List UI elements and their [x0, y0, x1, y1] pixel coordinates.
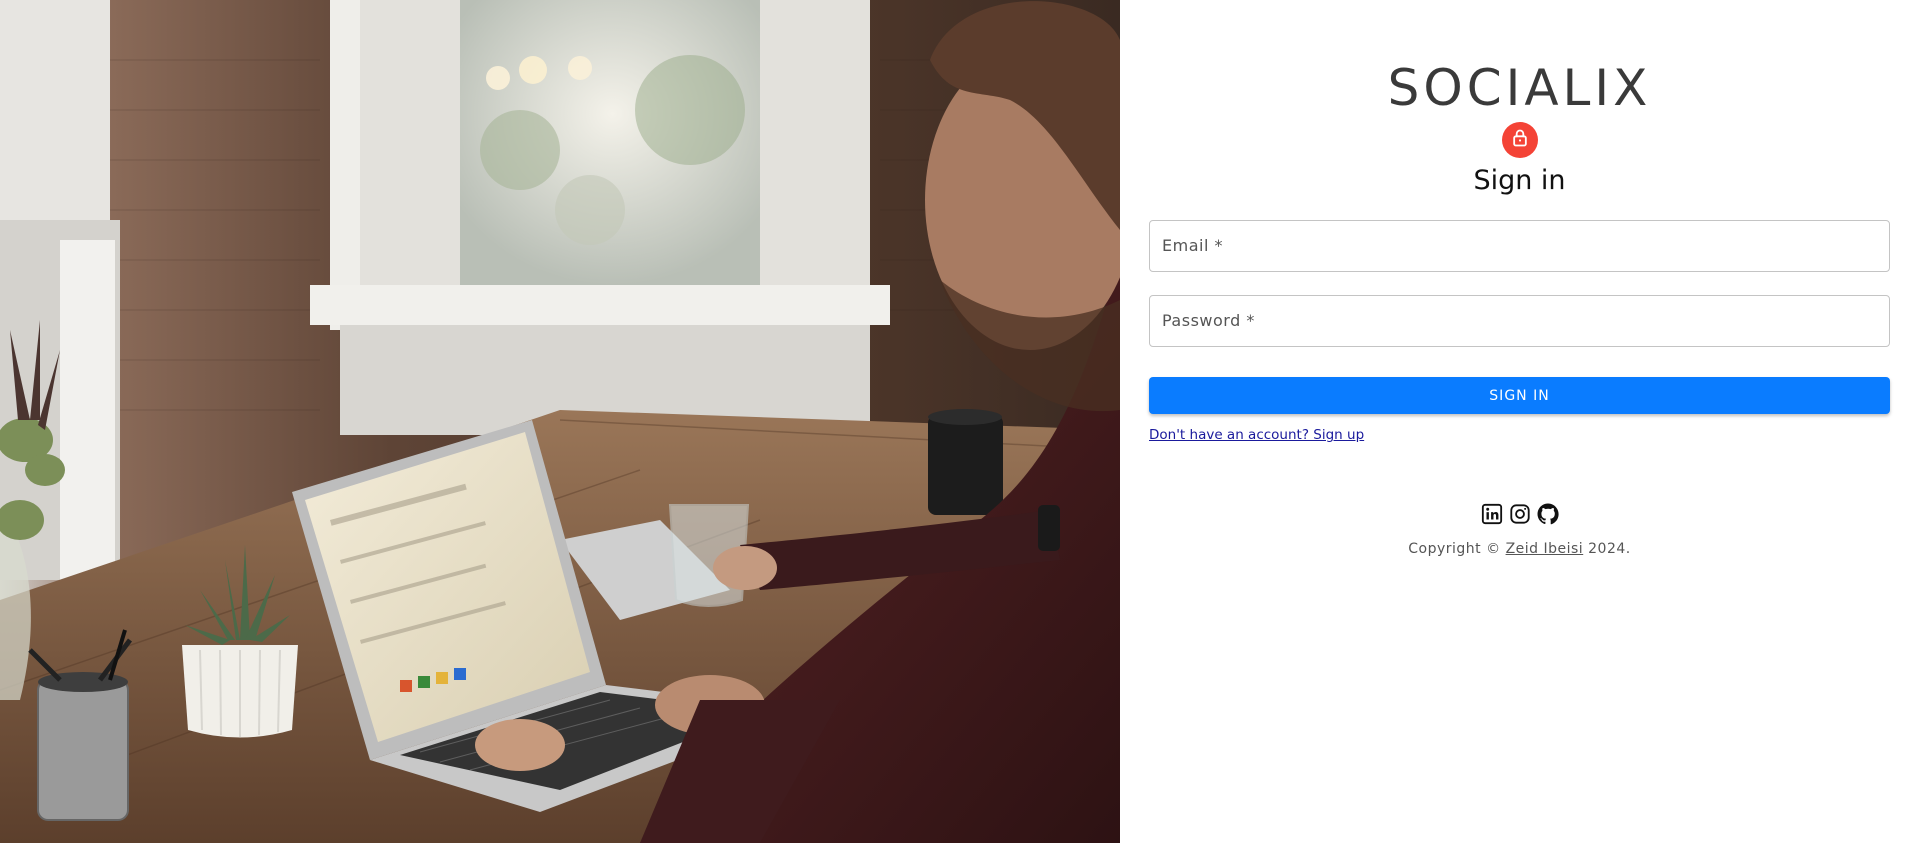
linkedin-icon[interactable]: [1480, 502, 1504, 526]
email-field-wrapper: Email *: [1149, 220, 1890, 272]
instagram-icon[interactable]: [1508, 502, 1532, 526]
signin-page: SOCIALIX Sign in Email * Password * SIGN…: [0, 0, 1919, 843]
email-input[interactable]: [1150, 221, 1889, 271]
social-links: [1120, 502, 1919, 526]
brand-logo: SOCIALIX: [1387, 59, 1652, 117]
sign-in-button[interactable]: SIGN IN: [1149, 377, 1890, 414]
copyright-text: Copyright © Zeid Ibeisi 2024.: [1120, 541, 1919, 557]
page-title: Sign in: [1473, 165, 1566, 196]
author-link[interactable]: Zeid Ibeisi: [1506, 541, 1584, 557]
lock-avatar: [1502, 122, 1538, 158]
copyright-prefix: Copyright ©: [1408, 541, 1506, 557]
lock-icon: [1510, 128, 1530, 152]
sign-up-link[interactable]: Don't have an account? Sign up: [1149, 427, 1364, 443]
copyright-suffix: 2024.: [1583, 541, 1631, 557]
password-field-wrapper: Password *: [1149, 295, 1890, 347]
signin-panel: SOCIALIX Sign in Email * Password * SIGN…: [1120, 0, 1919, 843]
password-input[interactable]: [1150, 296, 1889, 346]
github-icon[interactable]: [1536, 502, 1560, 526]
hero-photo: [0, 0, 1120, 843]
